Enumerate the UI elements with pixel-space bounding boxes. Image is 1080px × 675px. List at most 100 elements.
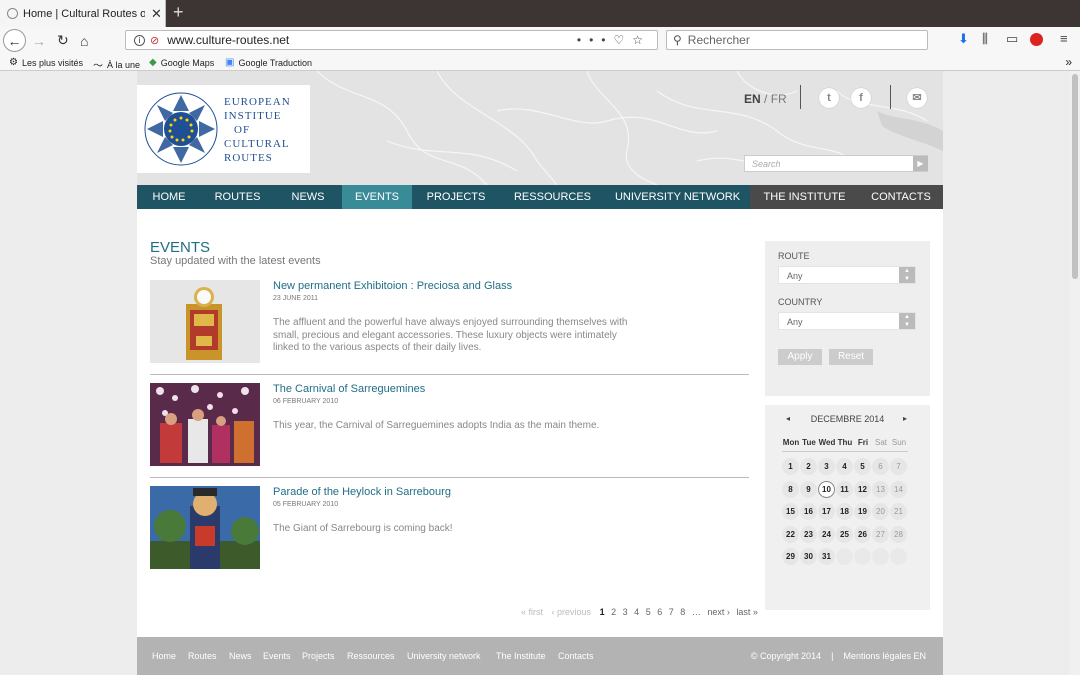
calendar-day[interactable]: 8 (782, 480, 799, 498)
pager-next[interactable]: next › (707, 607, 730, 617)
calendar-day[interactable]: 21 (890, 503, 907, 520)
chevron-right-icon[interactable]: » (1065, 55, 1072, 69)
page-actions-icons[interactable]: •••♡☆ (577, 33, 651, 47)
footer-link-projects[interactable]: Projects (302, 651, 335, 661)
pager-page[interactable]: 3 (623, 607, 628, 617)
footer-link-university-network[interactable]: University network (407, 651, 481, 661)
nav-the-institute[interactable]: THE INSTITUTE (750, 185, 859, 209)
footer-link-routes[interactable]: Routes (188, 651, 217, 661)
calendar-day[interactable]: 3 (818, 458, 835, 475)
calendar-day-today[interactable]: 10 (818, 480, 835, 498)
calendar-day[interactable]: 28 (890, 525, 907, 543)
legal-link[interactable]: Mentions légales EN (843, 651, 926, 661)
pager-page[interactable]: 5 (646, 607, 651, 617)
hamburger-menu-icon[interactable]: ≡ (1060, 31, 1068, 46)
calendar-day[interactable]: 7 (890, 458, 907, 475)
calendar-day[interactable]: 26 (854, 525, 871, 543)
calendar-day[interactable]: 12 (854, 480, 871, 498)
download-icon[interactable]: ⬇ (958, 31, 969, 47)
nav-news[interactable]: NEWS (274, 185, 342, 209)
footer-link-contacts[interactable]: Contacts (558, 651, 594, 661)
country-select[interactable]: Any ▲ ▼ (778, 312, 916, 330)
bookmark-most-visited[interactable]: ⚙ Les plus visités (9, 57, 83, 68)
calendar-day[interactable]: 30 (800, 548, 817, 565)
home-icon[interactable]: ⌂ (80, 27, 88, 54)
event-thumbnail[interactable] (150, 280, 260, 363)
nav-projects[interactable]: PROJECTS (412, 185, 500, 209)
pager-page[interactable]: 2 (611, 607, 616, 617)
calendar-day[interactable]: 27 (872, 525, 889, 543)
close-tab-icon[interactable]: ✕ (151, 6, 162, 22)
calendar-day[interactable]: 5 (854, 458, 871, 475)
bookmark-google-translate[interactable]: ▣ Google Traduction (225, 57, 312, 68)
facebook-icon[interactable]: f (851, 88, 871, 108)
browser-search-input[interactable]: ⚲ Rechercher (666, 30, 928, 50)
calendar-day[interactable]: 14 (890, 480, 907, 498)
pager-page[interactable]: 4 (634, 607, 639, 617)
calendar-day[interactable]: 24 (818, 525, 835, 543)
page-scrollbar[interactable] (1070, 71, 1080, 675)
lang-en-link[interactable]: EN (744, 92, 761, 106)
calendar-day[interactable]: 9 (800, 480, 817, 498)
calendar-day[interactable]: 25 (836, 525, 853, 543)
reload-icon[interactable]: ↻ (57, 27, 69, 54)
calendar-next-icon[interactable]: ▸ (903, 414, 907, 423)
adblock-icon[interactable] (1030, 33, 1043, 46)
calendar-day[interactable]: 4 (836, 458, 853, 475)
nav-contacts[interactable]: CONTACTS (859, 185, 943, 209)
footer-link-events[interactable]: Events (263, 651, 291, 661)
calendar-day[interactable]: 1 (782, 458, 799, 475)
pager-page[interactable]: 6 (657, 607, 662, 617)
pager-page[interactable]: 8 (680, 607, 685, 617)
new-tab-icon[interactable]: + (173, 2, 184, 23)
forward-arrow-icon[interactable]: → (32, 27, 46, 54)
event-title-link[interactable]: The Carnival of Sarreguemines (273, 383, 425, 395)
calendar-day[interactable]: 31 (818, 548, 835, 565)
calendar-day[interactable]: 15 (782, 503, 799, 520)
calendar-day[interactable]: 13 (872, 480, 889, 498)
reset-button[interactable]: Reset (829, 349, 873, 365)
info-icon[interactable]: i (134, 34, 145, 46)
back-arrow-icon[interactable]: ← (3, 29, 26, 52)
calendar-day[interactable]: 19 (854, 503, 871, 520)
calendar-day[interactable]: 18 (836, 503, 853, 520)
lang-fr-link[interactable]: FR (771, 92, 787, 106)
nav-home[interactable]: HOME (137, 185, 201, 209)
calendar-day[interactable]: 11 (836, 480, 853, 498)
pager-last[interactable]: last » (736, 607, 758, 617)
sidebar-icon[interactable]: ▭ (1006, 31, 1018, 47)
mail-icon[interactable]: ✉ (907, 88, 927, 108)
event-thumbnail[interactable] (150, 383, 260, 466)
url-bar[interactable]: i ⊘ www.culture-routes.net •••♡☆ (125, 30, 658, 50)
calendar-day[interactable]: 20 (872, 503, 889, 520)
search-submit-button[interactable]: ▶ (913, 156, 928, 171)
calendar-day[interactable]: 23 (800, 525, 817, 543)
calendar-day[interactable]: 22 (782, 525, 799, 543)
browser-tab[interactable]: Home | Cultural Routes of the C ✕ (0, 0, 166, 27)
site-search-input[interactable]: Search (744, 155, 928, 172)
nav-routes[interactable]: ROUTES (201, 185, 274, 209)
event-title-link[interactable]: New permanent Exhibitoion : Preciosa and… (273, 280, 512, 292)
scrollbar-thumb[interactable] (1072, 74, 1078, 279)
tracking-blocked-icon[interactable]: ⊘ (150, 34, 159, 47)
calendar-day[interactable]: 16 (800, 503, 817, 520)
route-select[interactable]: Any ▲ ▼ (778, 266, 916, 284)
bookmark-google-maps[interactable]: ◆ Google Maps (149, 57, 214, 68)
footer-link-ressources[interactable]: Ressources (347, 651, 395, 661)
calendar-day[interactable]: 2 (800, 458, 817, 475)
site-logo[interactable]: EUROPEAN INSTITUE OF CULTURAL ROUTES (137, 85, 310, 173)
nav-events[interactable]: EVENTS (342, 185, 412, 209)
event-thumbnail[interactable] (150, 486, 260, 569)
footer-link-the-institute[interactable]: The Institute (496, 651, 546, 661)
footer-link-home[interactable]: Home (152, 651, 176, 661)
pager-page[interactable]: 7 (669, 607, 674, 617)
footer-link-news[interactable]: News (229, 651, 252, 661)
event-title-link[interactable]: Parade of the Heylock in Sarrebourg (273, 486, 451, 498)
apply-button[interactable]: Apply (778, 349, 822, 365)
calendar-day[interactable]: 17 (818, 503, 835, 520)
nav-ressources[interactable]: RESSOURCES (500, 185, 605, 209)
nav-university-network[interactable]: UNIVERSITY NETWORK (605, 185, 750, 209)
bookmark-headlines[interactable]: 〜 À la une (93, 57, 140, 73)
twitter-icon[interactable]: t (819, 88, 839, 108)
calendar-day[interactable]: 6 (872, 458, 889, 475)
